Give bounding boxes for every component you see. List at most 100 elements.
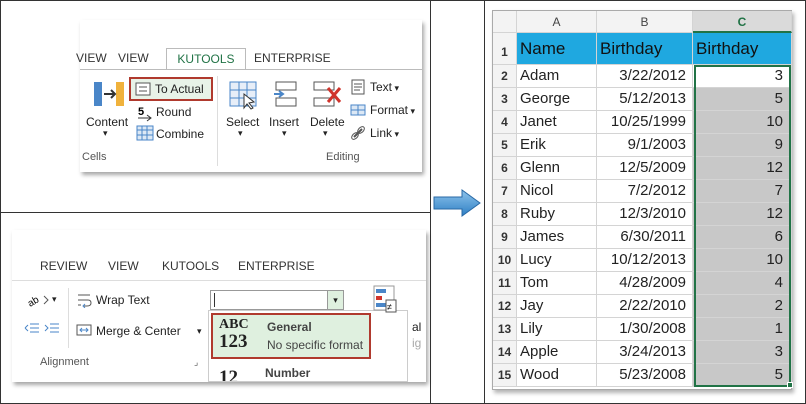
link-button[interactable]: Link ▾ <box>370 126 399 140</box>
insert-icon[interactable] <box>272 80 300 110</box>
row-header[interactable]: 15 <box>493 364 517 387</box>
tab-view-cut[interactable]: VIEW <box>76 48 110 70</box>
select-icon[interactable] <box>228 80 258 110</box>
birthday-cell[interactable]: 1/30/2008 <box>597 318 693 341</box>
converted-value-cell[interactable]: 10 <box>693 111 792 134</box>
select-button[interactable]: Select <box>226 115 259 129</box>
chevron-down-icon[interactable]: ▾ <box>327 291 343 309</box>
name-cell[interactable]: Nicol <box>517 180 597 203</box>
converted-value-cell[interactable]: 5 <box>693 88 792 111</box>
tab-view[interactable]: VIEW <box>110 48 166 70</box>
orientation-icon[interactable]: ab <box>26 292 50 308</box>
birthday-cell[interactable]: 5/12/2013 <box>597 88 693 111</box>
converted-value-cell[interactable]: 7 <box>693 180 792 203</box>
name-cell[interactable]: Ruby <box>517 203 597 226</box>
birthday-cell[interactable]: 10/25/1999 <box>597 111 693 134</box>
column-header-c[interactable]: C <box>693 11 792 33</box>
combine-button[interactable]: Combine <box>156 127 204 141</box>
text-icon <box>351 79 365 95</box>
row-header[interactable]: 3 <box>493 88 517 111</box>
select-all-corner[interactable] <box>493 11 517 33</box>
row-header[interactable]: 8 <box>493 203 517 226</box>
format-option-general[interactable]: ABC 123 General No specific format <box>211 313 371 359</box>
row-header[interactable]: 7 <box>493 180 517 203</box>
fill-handle[interactable] <box>787 382 793 388</box>
birthday-cell[interactable]: 12/3/2010 <box>597 203 693 226</box>
row-header[interactable]: 4 <box>493 111 517 134</box>
content-button[interactable]: Content <box>86 115 128 129</box>
row-header[interactable]: 10 <box>493 249 517 272</box>
name-cell[interactable]: Erik <box>517 134 597 157</box>
number-format-select[interactable]: ▾ <box>210 290 344 310</box>
birthday-cell[interactable]: 4/28/2009 <box>597 272 693 295</box>
converted-value-cell[interactable]: 6 <box>693 226 792 249</box>
format-button[interactable]: Format ▾ <box>370 103 415 117</box>
converted-value-cell[interactable]: 3 <box>693 65 792 88</box>
name-cell[interactable]: Apple <box>517 341 597 364</box>
row-header[interactable]: 2 <box>493 65 517 88</box>
name-cell[interactable]: Lily <box>517 318 597 341</box>
text-button[interactable]: Text ▾ <box>370 80 399 94</box>
row-header[interactable]: 5 <box>493 134 517 157</box>
birthday-cell[interactable]: 3/24/2013 <box>597 341 693 364</box>
column-header-a[interactable]: A <box>517 11 597 33</box>
tab-kutools[interactable]: KUTOOLS <box>154 256 230 276</box>
birthday-cell[interactable]: 3/22/2012 <box>597 65 693 88</box>
converted-value-cell[interactable]: 4 <box>693 272 792 295</box>
editing-group-label: Editing <box>326 151 360 163</box>
header-cell-birthday[interactable]: Birthday <box>597 33 693 65</box>
row-header[interactable]: 12 <box>493 295 517 318</box>
to-actual-button[interactable]: To Actual <box>129 77 213 101</box>
birthday-cell[interactable]: 12/5/2009 <box>597 157 693 180</box>
name-cell[interactable]: Adam <box>517 65 597 88</box>
header-cell-birthday-converted[interactable]: Birthday <box>693 33 792 65</box>
tab-enterprise[interactable]: ENTERPRISE <box>246 48 331 70</box>
converted-value-cell[interactable]: 12 <box>693 157 792 180</box>
row-header[interactable]: 14 <box>493 341 517 364</box>
converted-value-cell[interactable]: 9 <box>693 134 792 157</box>
converted-value-cell[interactable]: 2 <box>693 295 792 318</box>
birthday-cell[interactable]: 9/1/2003 <box>597 134 693 157</box>
birthday-cell[interactable]: 2/22/2010 <box>597 295 693 318</box>
converted-value-cell[interactable]: 1 <box>693 318 792 341</box>
tab-view[interactable]: VIEW <box>100 256 154 276</box>
content-convert-icon[interactable] <box>92 80 126 110</box>
converted-value-cell[interactable]: 3 <box>693 341 792 364</box>
dialog-launcher-icon[interactable]: ⌟ <box>194 357 198 368</box>
name-cell[interactable]: Jay <box>517 295 597 318</box>
name-cell[interactable]: James <box>517 226 597 249</box>
tab-kutools[interactable]: KUTOOLS <box>166 48 246 70</box>
round-button[interactable]: Round <box>156 105 191 119</box>
tab-review[interactable]: REVIEW <box>32 256 100 276</box>
name-cell[interactable]: Tom <box>517 272 597 295</box>
name-cell[interactable]: Wood <box>517 364 597 387</box>
name-cell[interactable]: Glenn <box>517 157 597 180</box>
increase-indent-icon[interactable] <box>44 322 60 336</box>
insert-button[interactable]: Insert <box>269 115 299 129</box>
birthday-cell[interactable]: 7/2/2012 <box>597 180 693 203</box>
birthday-cell[interactable]: 10/12/2013 <box>597 249 693 272</box>
converted-value-cell[interactable]: 5 <box>693 364 792 387</box>
row-header[interactable]: 13 <box>493 318 517 341</box>
converted-value-cell[interactable]: 10 <box>693 249 792 272</box>
converted-value-cell[interactable]: 12 <box>693 203 792 226</box>
row-header-1[interactable]: 1 <box>493 33 517 65</box>
row-header[interactable]: 6 <box>493 157 517 180</box>
wrap-text-button[interactable]: Wrap Text <box>96 293 150 307</box>
format-option-number[interactable]: 12 Number <box>211 363 401 381</box>
name-cell[interactable]: Janet <box>517 111 597 134</box>
birthday-cell[interactable]: 6/30/2011 <box>597 226 693 249</box>
row-header[interactable]: 9 <box>493 226 517 249</box>
header-cell-name[interactable]: Name <box>517 33 597 65</box>
delete-button[interactable]: Delete <box>310 115 345 129</box>
decrease-indent-icon[interactable] <box>24 322 40 336</box>
name-cell[interactable]: Lucy <box>517 249 597 272</box>
conditional-format-icon[interactable]: ≠ <box>372 284 398 316</box>
merge-center-button[interactable]: Merge & Center <box>96 324 181 338</box>
birthday-cell[interactable]: 5/23/2008 <box>597 364 693 387</box>
delete-icon[interactable] <box>312 80 342 110</box>
column-header-b[interactable]: B <box>597 11 693 33</box>
name-cell[interactable]: George <box>517 88 597 111</box>
tab-enterprise[interactable]: ENTERPRISE <box>230 256 320 276</box>
row-header[interactable]: 11 <box>493 272 517 295</box>
